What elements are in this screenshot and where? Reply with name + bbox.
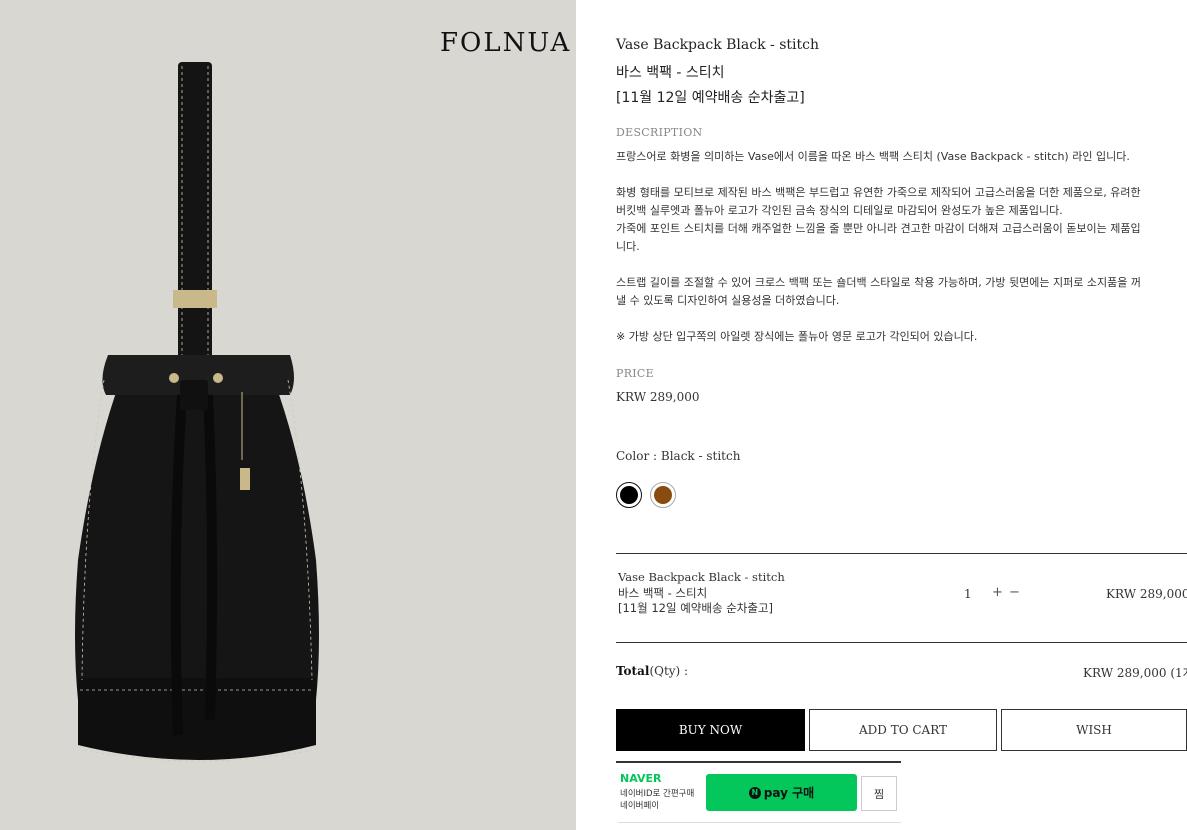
brown-swatch[interactable] — [650, 482, 676, 508]
description-line: 화병 형태를 모티브로 제작된 바스 백팩은 부드럽고 유연한 가죽으로 제작되… — [616, 186, 1141, 199]
wish-button[interactable]: WISH — [1001, 709, 1187, 751]
naver-zzim-button[interactable]: 찜 — [861, 776, 897, 811]
black-swatch-fill — [620, 486, 638, 504]
description-line: 프랑스어로 화병을 의미하는 Vase에서 이름을 따온 바스 백팩 스티치 (… — [616, 150, 1130, 163]
quantity-minus-button[interactable]: − — [1009, 585, 1020, 600]
naver-sub-line: 네이버ID로 간편구매 — [620, 789, 695, 799]
description-line: ※ 가방 상단 입구쪽의 아일렛 장식에는 폴뉴아 영문 로고가 각인되어 있습… — [616, 330, 978, 343]
product-description: 프랑스어로 화병을 의미하는 Vase에서 이름을 따온 바스 백팩 스티치 (… — [616, 148, 1187, 346]
naver-pay-box: NAVER 네이버ID로 간편구매 네이버페이 N pay 구매 찜 — [616, 761, 901, 830]
product-price: KRW 289,000 — [616, 390, 700, 404]
brand-logo[interactable]: FOLNUA — [440, 28, 571, 58]
description-line: 니다. — [616, 240, 640, 253]
product-title-ko: 바스 백팩 - 스티치 — [616, 65, 725, 81]
price-label: PRICE — [616, 367, 654, 380]
divider — [618, 822, 901, 823]
naver-pay-label: pay 구매 — [763, 786, 815, 800]
option-title-en: Vase Backpack Black - stitch — [618, 570, 785, 584]
total-qty-label: (Qty) : — [649, 664, 689, 678]
description-line: 버킷백 실루엣과 폴뉴아 로고가 각인된 금속 장식의 디테일로 마감되어 완성… — [616, 204, 1063, 217]
divider — [616, 642, 1187, 643]
option-title-ko: 바스 백팩 - 스티치 — [618, 585, 708, 600]
quantity-value[interactable]: 1 — [964, 587, 972, 601]
quantity-plus-button[interactable]: + — [992, 585, 1003, 600]
description-line: 낼 수 있도록 디자인하여 실용성을 더하였습니다. — [616, 294, 840, 307]
naver-sub-line: 네이버페이 — [620, 801, 660, 811]
color-label: Color : Black - stitch — [616, 449, 741, 463]
product-title-en: Vase Backpack Black - stitch — [616, 37, 819, 53]
product-image-pane: FOLNUA — [0, 0, 576, 830]
buy-now-button[interactable]: BUY NOW — [616, 709, 805, 751]
brown-swatch-fill — [654, 486, 672, 504]
product-info: Vase Backpack Black - stitch 바스 백팩 - 스티치… — [616, 0, 1187, 830]
total-value: KRW 289,000 (1개 — [1083, 666, 1187, 680]
option-notice: [11월 12일 예약배송 순차출고] — [618, 601, 774, 615]
description-label: DESCRIPTION — [616, 126, 703, 139]
total-label-text: Total — [616, 664, 650, 678]
naver-pay-button[interactable]: N pay 구매 — [706, 774, 857, 811]
selected-option-name: Vase Backpack Black - stitch 바스 백팩 - 스티치… — [618, 570, 785, 617]
naver-logo: NAVER — [620, 772, 662, 785]
description-line: 스트랩 길이를 조절할 수 있어 크로스 백팩 또는 숄더백 스타일로 착용 가… — [616, 276, 1141, 289]
black-swatch[interactable] — [616, 482, 642, 508]
product-image — [75, 62, 319, 762]
option-price: KRW 289,000 — [1106, 587, 1187, 601]
description-line: 가죽에 포인트 스티치를 더해 캐주얼한 느낌을 줄 뿐만 아니라 견고한 마감… — [616, 222, 1141, 235]
add-to-cart-button[interactable]: ADD TO CART — [809, 709, 997, 751]
naver-subtext: 네이버ID로 간편구매 네이버페이 — [620, 788, 694, 812]
naver-n-icon: N — [748, 786, 761, 799]
divider — [616, 553, 1187, 554]
total-label: Total(Qty) : — [616, 664, 688, 678]
shipping-notice: [11월 12일 예약배송 순차출고] — [616, 90, 805, 106]
